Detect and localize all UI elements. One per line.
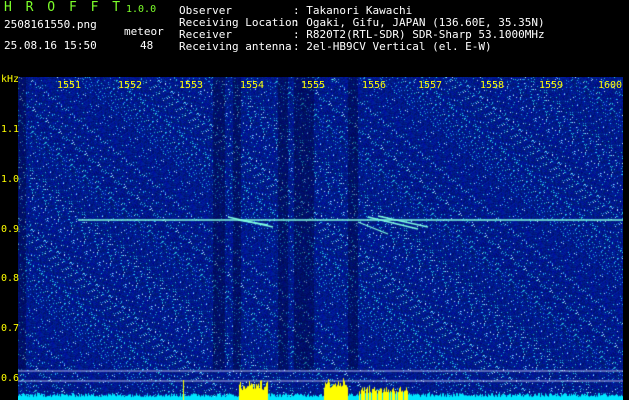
datetime: 25.08.16 15:50 [4,39,97,52]
antenna-label: Receiving antenna [179,40,292,53]
y-tick-label: 0.7 [1,323,20,334]
x-tick-label: 1557 [418,80,443,91]
x-tick-label: 1552 [118,80,143,91]
y-tick-label: 0.8 [1,273,20,284]
event-count: 48 [140,39,154,52]
antenna-value: : 2el-HB9CV Vertical (el. E-W) [293,40,492,53]
app-version: 1.0.0 [126,4,157,15]
hrofft-window: H R O F F T 1.0.0 2508161550.png meteor … [0,0,629,400]
y-tick-label: 1.1 [1,124,20,135]
app-title: H R O F F T [4,0,124,15]
x-tick-label: 1559 [539,80,564,91]
y-unit-label: kHz [1,74,20,85]
x-tick-label: 1556 [362,80,387,91]
y-tick-label: 1.0 [1,174,20,185]
x-tick-label: 1551 [57,80,82,91]
spectrogram-plot [18,77,623,400]
y-tick-label: 0.9 [1,224,20,235]
x-tick-label: 1600 [598,80,623,91]
x-tick-label: 1554 [240,80,265,91]
file-name: 2508161550.png [4,18,97,31]
y-tick-label: 0.6 [1,373,20,384]
x-tick-label: 1558 [480,80,505,91]
event-label: meteor [124,25,164,38]
x-tick-label: 1555 [301,80,326,91]
x-tick-label: 1553 [179,80,204,91]
